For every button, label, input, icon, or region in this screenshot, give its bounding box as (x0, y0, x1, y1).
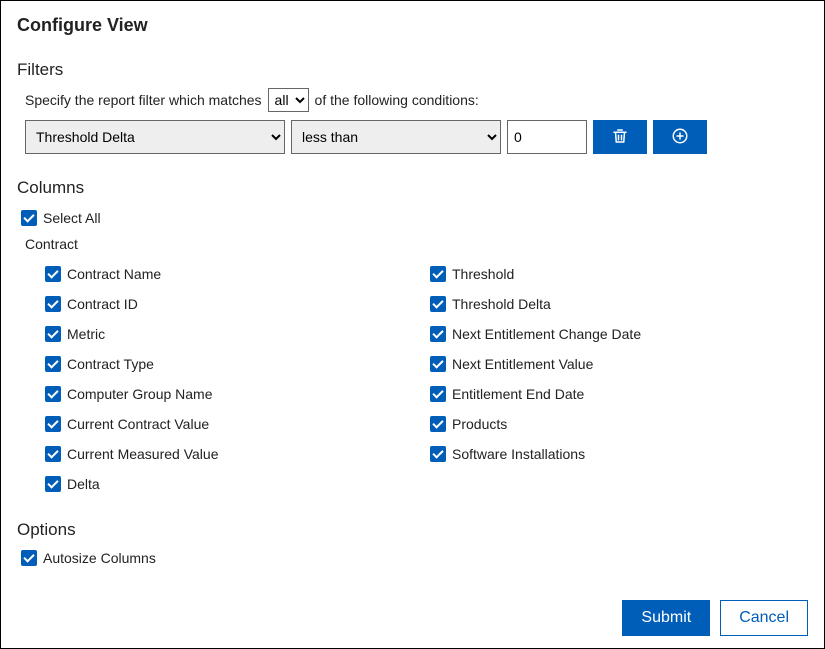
column-label: Threshold (452, 266, 514, 282)
filter-sentence: Specify the report filter which matches … (25, 88, 808, 112)
select-all-label: Select All (43, 210, 101, 226)
column-checkbox[interactable] (430, 416, 446, 432)
column-item[interactable]: Threshold Delta (430, 296, 808, 312)
column-checkbox[interactable] (45, 296, 61, 312)
column-item[interactable]: Computer Group Name (45, 386, 430, 402)
column-checkbox[interactable] (45, 266, 61, 282)
delete-filter-button[interactable] (593, 120, 647, 154)
column-label: Entitlement End Date (452, 386, 584, 402)
dialog-title: Configure View (17, 15, 808, 36)
match-mode-select[interactable]: all (268, 88, 309, 112)
filter-sentence-suffix: of the following conditions: (315, 92, 479, 108)
column-label: Contract ID (67, 296, 138, 312)
column-label: Next Entitlement Value (452, 356, 593, 372)
column-item[interactable]: Threshold (430, 266, 808, 282)
column-label: Current Contract Value (67, 416, 209, 432)
cancel-button[interactable]: Cancel (720, 600, 808, 636)
columns-grid: Contract Name Threshold Contract ID Thre… (45, 262, 808, 496)
autosize-columns-checkbox[interactable] (21, 550, 37, 566)
column-item[interactable]: Current Contract Value (45, 416, 430, 432)
column-label: Software Installations (452, 446, 585, 462)
column-label: Contract Type (67, 356, 154, 372)
column-item[interactable]: Products (430, 416, 808, 432)
column-item[interactable]: Software Installations (430, 446, 808, 462)
select-all-checkbox[interactable] (21, 210, 37, 226)
column-label: Threshold Delta (452, 296, 551, 312)
plus-circle-icon (671, 127, 689, 148)
filter-sentence-prefix: Specify the report filter which matches (25, 92, 262, 108)
column-checkbox[interactable] (45, 356, 61, 372)
column-item[interactable]: Metric (45, 326, 430, 342)
column-label: Computer Group Name (67, 386, 213, 402)
select-all-row[interactable]: Select All (21, 210, 808, 226)
filter-value-input[interactable] (507, 120, 587, 154)
trash-icon (611, 127, 629, 148)
column-label: Delta (67, 476, 100, 492)
columns-heading: Columns (17, 178, 808, 198)
column-checkbox[interactable] (430, 326, 446, 342)
options-heading: Options (17, 520, 808, 540)
dialog-footer: Submit Cancel (17, 580, 808, 636)
column-item[interactable]: Delta (45, 476, 430, 492)
column-label: Metric (67, 326, 105, 342)
column-label: Current Measured Value (67, 446, 218, 462)
column-checkbox[interactable] (430, 386, 446, 402)
column-label: Products (452, 416, 507, 432)
column-checkbox[interactable] (45, 386, 61, 402)
column-label: Contract Name (67, 266, 161, 282)
column-checkbox[interactable] (430, 356, 446, 372)
column-item[interactable]: Current Measured Value (45, 446, 430, 462)
column-checkbox[interactable] (45, 476, 61, 492)
configure-view-dialog: Configure View Filters Specify the repor… (0, 0, 825, 649)
filters-heading: Filters (17, 60, 808, 80)
column-item[interactable]: Entitlement End Date (430, 386, 808, 402)
column-item[interactable]: Contract Type (45, 356, 430, 372)
column-item[interactable]: Next Entitlement Change Date (430, 326, 808, 342)
column-group-label: Contract (25, 236, 808, 252)
column-checkbox[interactable] (45, 326, 61, 342)
column-item[interactable]: Contract ID (45, 296, 430, 312)
column-label: Next Entitlement Change Date (452, 326, 641, 342)
autosize-columns-row[interactable]: Autosize Columns (21, 550, 808, 566)
autosize-columns-label: Autosize Columns (43, 550, 156, 566)
column-checkbox[interactable] (430, 296, 446, 312)
filter-operator-select[interactable]: less than (291, 120, 501, 154)
column-checkbox[interactable] (430, 266, 446, 282)
filter-condition-row: Threshold Delta less than (25, 120, 808, 154)
column-checkbox[interactable] (430, 446, 446, 462)
submit-button[interactable]: Submit (622, 600, 710, 636)
column-item[interactable]: Contract Name (45, 266, 430, 282)
column-checkbox[interactable] (45, 416, 61, 432)
column-item[interactable]: Next Entitlement Value (430, 356, 808, 372)
column-checkbox[interactable] (45, 446, 61, 462)
add-filter-button[interactable] (653, 120, 707, 154)
filter-field-select[interactable]: Threshold Delta (25, 120, 285, 154)
